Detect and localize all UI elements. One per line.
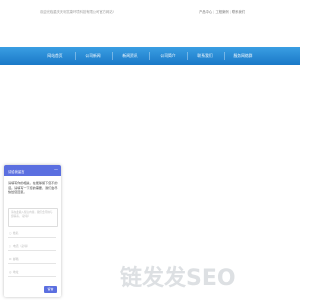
watermark-text: 链发发SEO bbox=[120, 265, 236, 289]
address-field-placeholder: 地址 bbox=[13, 270, 19, 275]
watermark: 链发发SEO bbox=[120, 263, 290, 289]
message-textarea[interactable]: 请在此输入留言内容，我们会尽快与您联系。（必填） bbox=[8, 208, 58, 227]
top-links: 产品中心 | 工程案例 | 联系我们 bbox=[199, 9, 245, 14]
user-icon: ○ bbox=[9, 231, 12, 235]
nav-item-contact[interactable]: 联系我们 bbox=[186, 47, 224, 65]
message-textarea-placeholder: 请在此输入留言内容，我们会尽快与您联系。（必填） bbox=[11, 211, 53, 218]
top-link-separator: | bbox=[229, 10, 231, 14]
message-widget-title: 请给我留言 bbox=[8, 169, 25, 174]
email-field[interactable]: ✉ 邮箱 bbox=[8, 255, 56, 264]
phone-field-placeholder: 电话（必填） bbox=[13, 244, 30, 249]
send-button[interactable]: 留言 bbox=[44, 286, 57, 293]
nav-item-about[interactable]: 公司简介 bbox=[149, 47, 187, 65]
message-widget-intro: 请填写你的相关，在能够留下您不的话。请填写一下您的需要，我们会尽快给您回复。 bbox=[8, 181, 58, 195]
address-field[interactable]: ◎ 地址 bbox=[8, 268, 56, 277]
message-widget: 请给我留言 — 请填写你的相关，在能够留下您不的话。请填写一下您的需要，我们会尽… bbox=[4, 165, 61, 297]
nav-item-home[interactable]: 网站首页 bbox=[36, 47, 74, 65]
main-nav: 网站首页 公司新闻 新闻资讯 公司简介 联系我们 服务网络群 bbox=[0, 47, 300, 65]
phone-icon: ▯ bbox=[9, 244, 11, 248]
watermark-graphic: 链发发SEO bbox=[120, 265, 236, 289]
nav-item-company-news[interactable]: 公司新闻 bbox=[74, 47, 112, 65]
email-icon: ✉ bbox=[9, 257, 12, 261]
top-link-products[interactable]: 产品中心 bbox=[199, 10, 212, 14]
nav-item-service[interactable]: 服务网络群 bbox=[224, 47, 262, 65]
phone-field[interactable]: ▯ 电话（必填） bbox=[8, 242, 56, 251]
location-icon: ◎ bbox=[9, 270, 12, 274]
name-field[interactable]: ○ 姓名 bbox=[8, 229, 56, 238]
name-field-placeholder: 姓名 bbox=[13, 231, 19, 236]
top-link-cases[interactable]: 工程案例 bbox=[215, 10, 228, 14]
email-field-placeholder: 邮箱 bbox=[13, 257, 19, 262]
nav-item-news[interactable]: 新闻资讯 bbox=[111, 47, 149, 65]
top-link-contact[interactable]: 联系我们 bbox=[232, 10, 245, 14]
welcome-notice: 欢迎光临重庆天利富康环境科技有限公司官方网站! bbox=[40, 10, 114, 14]
minimize-icon[interactable]: — bbox=[54, 167, 58, 173]
top-bar: 欢迎光临重庆天利富康环境科技有限公司官方网站! 产品中心 | 工程案例 | 联系… bbox=[0, 0, 300, 22]
message-widget-header[interactable]: 请给我留言 — bbox=[4, 165, 61, 176]
